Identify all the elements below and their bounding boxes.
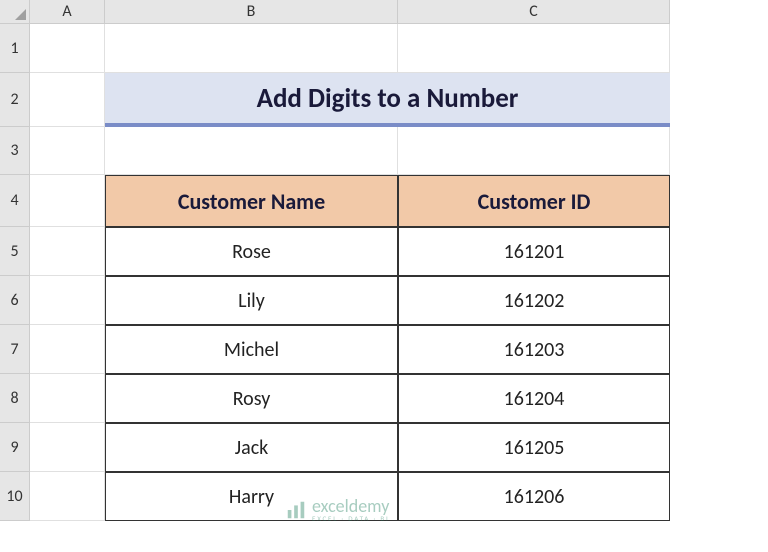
cell-a5[interactable] — [30, 227, 105, 276]
row-header-3[interactable]: 3 — [0, 127, 30, 175]
row-header-6[interactable]: 6 — [0, 276, 30, 325]
table-row[interactable]: 161202 — [398, 276, 670, 325]
table-row[interactable]: Lily — [105, 276, 398, 325]
table-row[interactable]: 161201 — [398, 227, 670, 276]
header-customer-id[interactable]: Customer ID — [398, 175, 670, 227]
row-header-10[interactable]: 10 — [0, 472, 30, 521]
row-header-2[interactable]: 2 — [0, 73, 30, 127]
chart-icon — [285, 499, 307, 521]
cell-a7[interactable] — [30, 325, 105, 374]
table-row[interactable]: 161204 — [398, 374, 670, 423]
cell-a2[interactable] — [30, 73, 105, 127]
select-all-corner[interactable] — [0, 0, 30, 24]
row-header-4[interactable]: 4 — [0, 175, 30, 227]
cell-c1[interactable] — [398, 24, 670, 73]
cell-a8[interactable] — [30, 374, 105, 423]
cell-a9[interactable] — [30, 423, 105, 472]
watermark-main: exceldemy — [312, 497, 390, 515]
row-header-5[interactable]: 5 — [0, 227, 30, 276]
table-row[interactable]: Michel — [105, 325, 398, 374]
cell-b3[interactable] — [105, 127, 398, 175]
cell-c3[interactable] — [398, 127, 670, 175]
watermark-sub: EXCEL · DATA · BI — [312, 515, 390, 522]
cell-a10[interactable] — [30, 472, 105, 521]
table-row[interactable]: 161205 — [398, 423, 670, 472]
spreadsheet-grid: A B C 1 2 Add Digits to a Number 3 4 Cus… — [0, 0, 768, 521]
col-header-b[interactable]: B — [105, 0, 398, 24]
title-cell[interactable]: Add Digits to a Number — [105, 73, 670, 127]
watermark-text: exceldemy EXCEL · DATA · BI — [312, 497, 390, 522]
row-header-8[interactable]: 8 — [0, 374, 30, 423]
table-row[interactable]: Rosy — [105, 374, 398, 423]
table-row[interactable]: 161206 — [398, 472, 670, 521]
col-header-c[interactable]: C — [398, 0, 670, 24]
row-header-9[interactable]: 9 — [0, 423, 30, 472]
table-row[interactable]: Rose — [105, 227, 398, 276]
cell-a1[interactable] — [30, 24, 105, 73]
cell-a3[interactable] — [30, 127, 105, 175]
watermark: exceldemy EXCEL · DATA · BI — [285, 497, 390, 522]
row-header-7[interactable]: 7 — [0, 325, 30, 374]
header-customer-name[interactable]: Customer Name — [105, 175, 398, 227]
row-header-1[interactable]: 1 — [0, 24, 30, 73]
cell-a4[interactable] — [30, 175, 105, 227]
cell-b1[interactable] — [105, 24, 398, 73]
table-row[interactable]: Jack — [105, 423, 398, 472]
cell-a6[interactable] — [30, 276, 105, 325]
col-header-a[interactable]: A — [30, 0, 105, 24]
table-row[interactable]: 161203 — [398, 325, 670, 374]
